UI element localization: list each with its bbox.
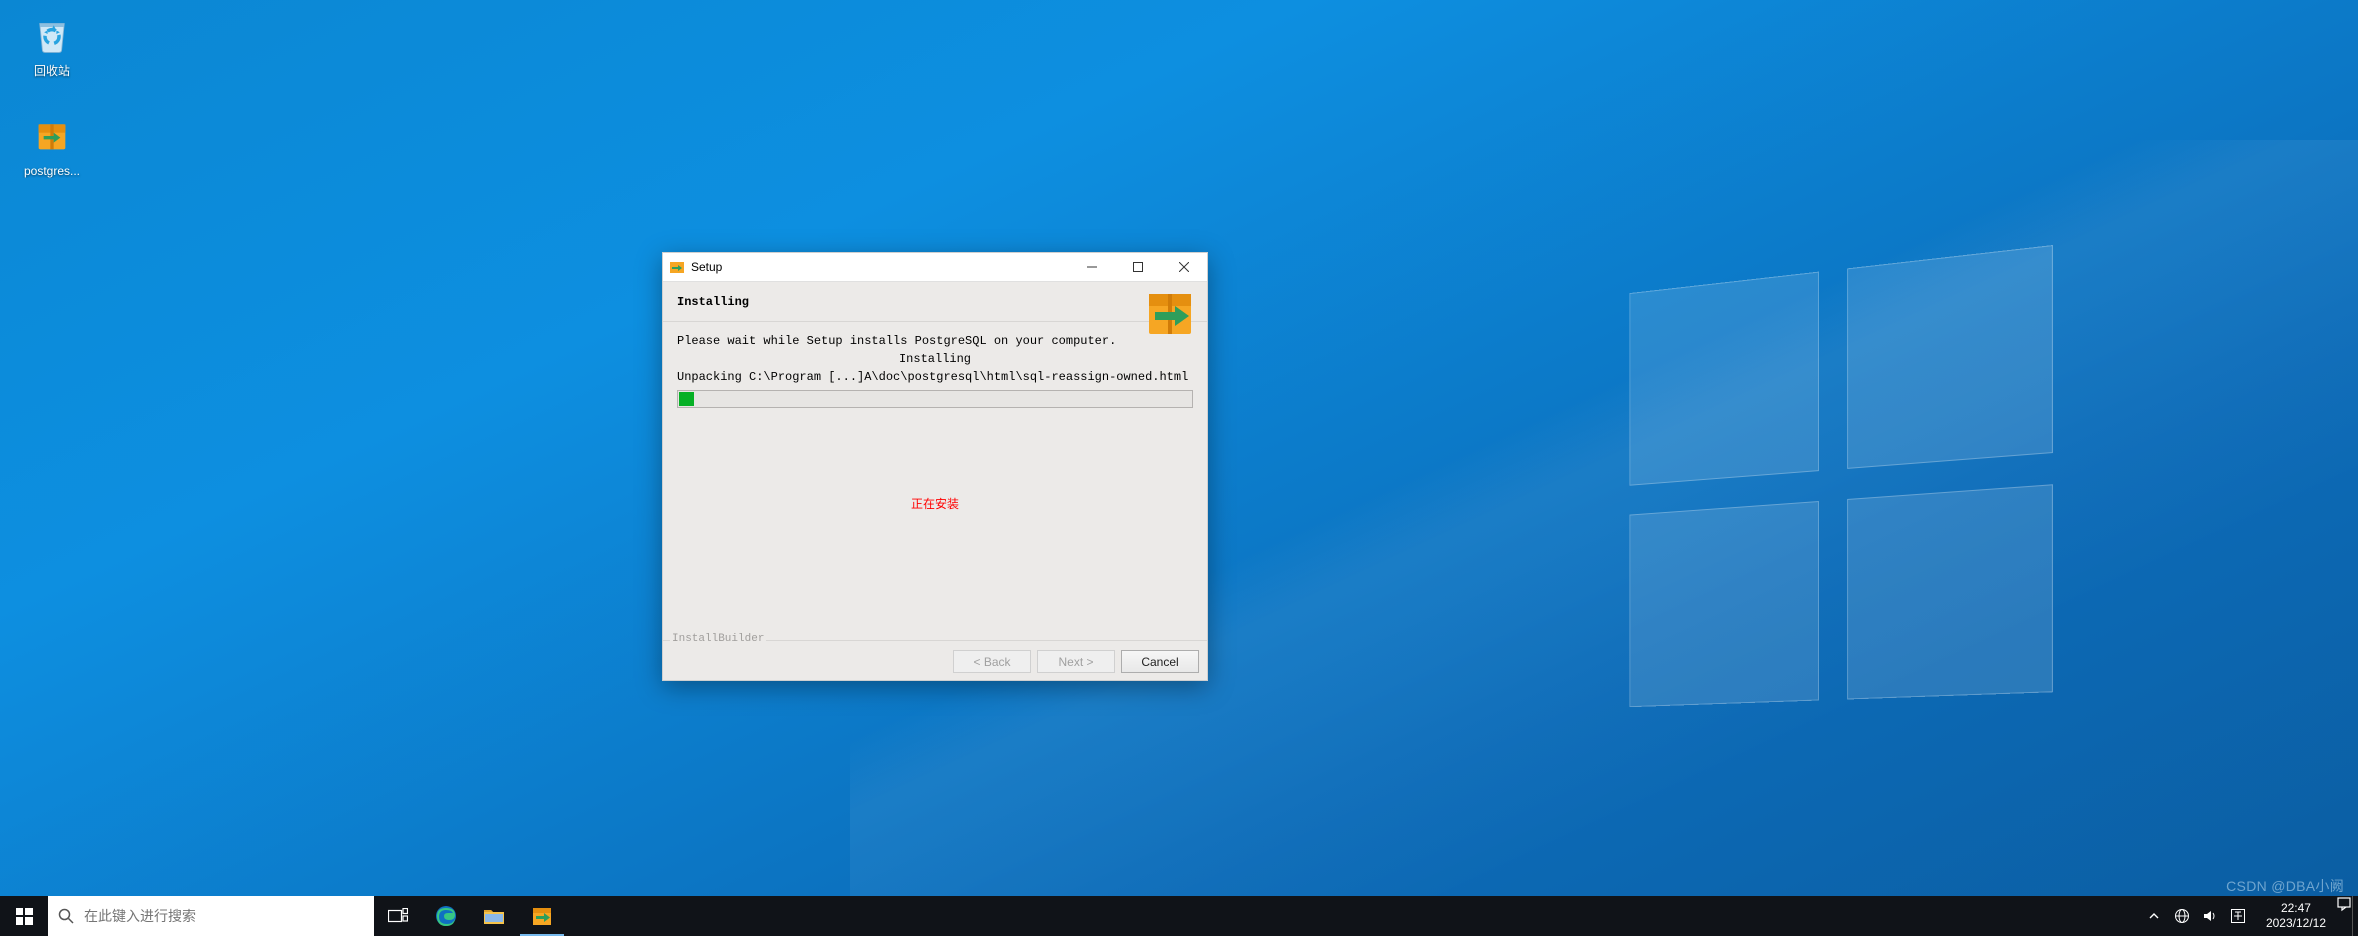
search-input[interactable] <box>84 908 364 924</box>
clock-time: 22:47 <box>2266 901 2326 916</box>
app-icon <box>669 259 685 275</box>
taskbar-search[interactable] <box>48 896 374 936</box>
task-view-button[interactable] <box>374 896 422 936</box>
maximize-button[interactable] <box>1115 253 1161 281</box>
start-button[interactable] <box>0 896 48 936</box>
tray-volume[interactable] <box>2196 896 2224 936</box>
edge-icon <box>434 904 458 928</box>
trash-icon <box>31 13 73 55</box>
titlebar[interactable]: Setup <box>663 253 1207 282</box>
tray-network[interactable] <box>2168 896 2196 936</box>
taskbar-clock[interactable]: 22:47 2023/12/12 <box>2256 896 2336 936</box>
action-center-button[interactable] <box>2336 896 2352 936</box>
watermark: CSDN @DBA小阙 <box>2226 876 2344 896</box>
task-view-icon <box>388 908 408 924</box>
wait-text: Please wait while Setup installs Postgre… <box>677 332 1193 350</box>
search-icon <box>58 908 74 924</box>
taskbar: 22:47 2023/12/12 <box>0 896 2358 936</box>
folder-icon <box>482 904 506 928</box>
chevron-up-icon <box>2148 910 2160 922</box>
tray-chevron-up[interactable] <box>2140 896 2168 936</box>
system-tray <box>2136 896 2256 936</box>
ime-icon <box>2230 908 2246 924</box>
section-header: Installing <box>663 282 1207 322</box>
window-title: Setup <box>691 260 1069 274</box>
maximize-icon <box>1133 262 1143 272</box>
postgresql-installer-label: postgres... <box>14 164 90 178</box>
taskbar-file-explorer[interactable] <box>470 896 518 936</box>
clock-date: 2023/12/12 <box>2266 916 2326 931</box>
close-button[interactable] <box>1161 253 1207 281</box>
installer-logo-icon <box>1143 286 1197 340</box>
close-icon <box>1179 262 1189 272</box>
cancel-button[interactable]: Cancel <box>1121 650 1199 673</box>
status-label: Installing <box>677 350 1193 368</box>
minimize-button[interactable] <box>1069 253 1115 281</box>
tray-ime[interactable] <box>2224 896 2252 936</box>
volume-icon <box>2202 908 2218 924</box>
section-body: Please wait while Setup installs Postgre… <box>663 322 1207 408</box>
postgresql-installer-icon[interactable]: postgres... <box>14 112 90 178</box>
annotation-text: 正在安装 <box>663 495 1207 512</box>
notification-icon <box>2336 896 2352 912</box>
recycle-bin-icon[interactable]: 回收站 <box>14 10 90 79</box>
minimize-icon <box>1087 262 1097 272</box>
footer: InstallBuilder < Back Next > Cancel <box>663 640 1207 680</box>
package-icon <box>530 904 554 928</box>
show-desktop-button[interactable] <box>2352 896 2358 936</box>
taskbar-setup[interactable] <box>518 896 566 936</box>
unpack-text: Unpacking C:\Program [...]A\doc\postgres… <box>677 368 1193 386</box>
brand-label: InstallBuilder <box>670 633 766 645</box>
windows-logo-wallpaper <box>1629 245 2052 707</box>
recycle-bin-label: 回收站 <box>14 62 90 79</box>
package-icon <box>32 116 72 156</box>
section-header-text: Installing <box>677 295 749 309</box>
setup-window: Setup Installing Please wait while Setup… <box>662 252 1208 681</box>
windows-start-icon <box>16 908 33 925</box>
progress-fill <box>679 392 694 406</box>
taskbar-edge[interactable] <box>422 896 470 936</box>
network-icon <box>2174 908 2190 924</box>
back-button: < Back <box>953 650 1031 673</box>
next-button: Next > <box>1037 650 1115 673</box>
progress-bar <box>677 390 1193 408</box>
